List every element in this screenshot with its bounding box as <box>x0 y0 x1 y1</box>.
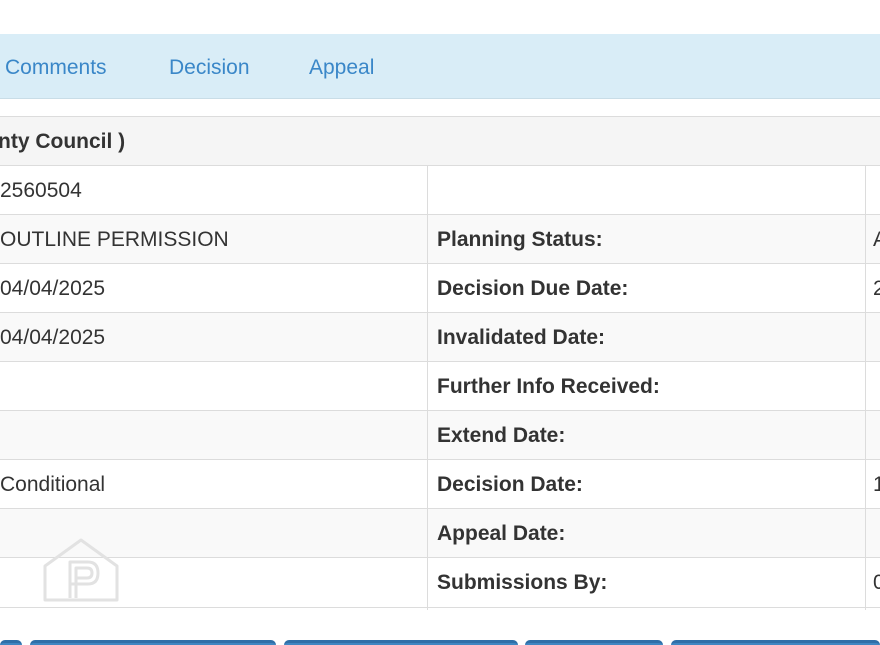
row-label <box>437 166 857 214</box>
invalidated-date-label: Invalidated Date: <box>437 326 606 349</box>
section-title: nty Council ) <box>0 130 126 153</box>
action-button[interactable] <box>30 640 276 645</box>
appeal-date-label: Appeal Date: <box>437 522 566 545</box>
table-row: 04/04/2025 Decision Due Date: 2 <box>0 264 880 313</box>
received-date-value: 04/04/2025 <box>0 277 106 300</box>
submissions-by-value: 0 <box>873 571 880 594</box>
further-info-received-label: Further Info Received: <box>437 375 660 398</box>
action-button[interactable] <box>525 640 663 645</box>
extend-date-value <box>873 411 880 459</box>
application-type-value: OUTLINE PERMISSION <box>0 228 229 251</box>
decision-date-value: 1 <box>873 473 880 496</box>
action-button[interactable] <box>0 640 22 645</box>
table-row: Further Info Received: <box>0 362 880 411</box>
tab-decision[interactable]: Decision <box>169 34 250 99</box>
table-row: Conditional Decision Date: 1 <box>0 460 880 509</box>
table-row: Submissions By: 0 <box>0 558 880 608</box>
decision-due-date-value: 2 <box>873 277 880 300</box>
section-header: nty Council ) <box>0 116 880 166</box>
planning-status-value: A <box>873 215 880 263</box>
action-button[interactable] <box>671 640 880 645</box>
column-divider <box>427 166 428 610</box>
table-row: 2560504 <box>0 166 880 215</box>
planning-details-table: 2560504 OUTLINE PERMISSION Planning Stat… <box>0 166 880 608</box>
row-value <box>0 411 427 459</box>
column-divider <box>865 166 866 610</box>
decision-due-date-label: Decision Due Date: <box>437 277 629 300</box>
validated-date-value: 04/04/2025 <box>0 326 106 349</box>
tab-appeal[interactable]: Appeal <box>309 34 374 99</box>
tab-comments[interactable]: Comments <box>5 34 107 99</box>
table-row: Appeal Date: <box>0 509 880 558</box>
further-info-received-value <box>873 362 880 410</box>
decision-date-label: Decision Date: <box>437 473 583 496</box>
application-number-value: 2560504 <box>0 179 82 202</box>
extend-date-label: Extend Date: <box>437 424 566 447</box>
appeal-date-value <box>873 509 880 557</box>
tab-bar: Comments Decision Appeal <box>0 34 880 99</box>
property-house-icon <box>43 538 119 602</box>
submissions-by-label: Submissions By: <box>437 571 608 594</box>
table-row: OUTLINE PERMISSION Planning Status: A <box>0 215 880 264</box>
row-value <box>0 362 427 410</box>
invalidated-date-value <box>873 313 880 361</box>
planning-status-label: Planning Status: <box>437 228 603 251</box>
action-button[interactable] <box>284 640 518 645</box>
decision-value: Conditional <box>0 473 106 496</box>
table-row: 04/04/2025 Invalidated Date: <box>0 313 880 362</box>
row-value <box>873 166 880 214</box>
table-row: Extend Date: <box>0 411 880 460</box>
